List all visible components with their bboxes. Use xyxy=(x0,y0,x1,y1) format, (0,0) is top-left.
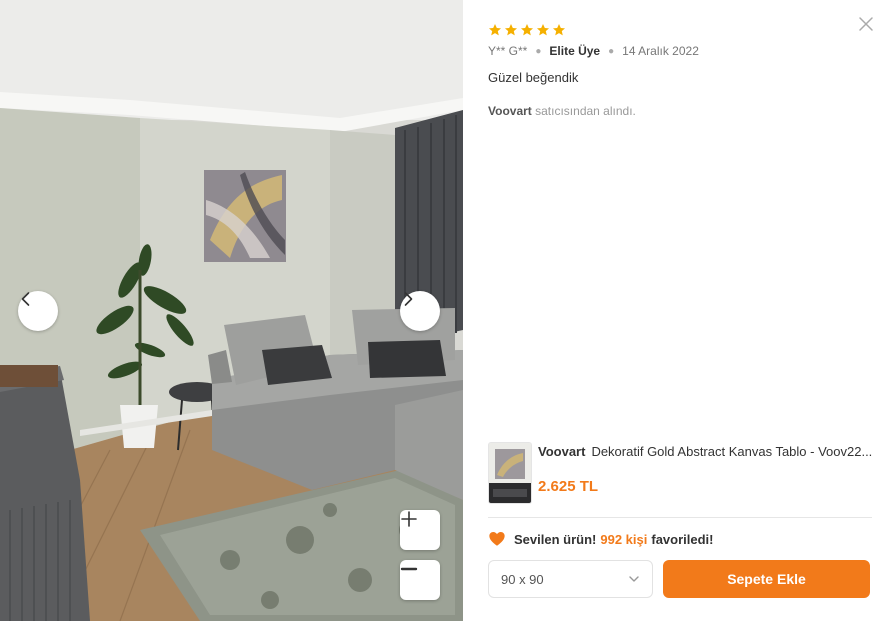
size-select-value: 90 x 90 xyxy=(501,571,544,587)
seller-info: Voovart satıcısından alındı. xyxy=(488,104,636,118)
previous-image-button[interactable] xyxy=(18,291,58,331)
review-detail-panel: Y** G** ● Elite Üye ● 14 Aralık 2022 Güz… xyxy=(463,0,892,621)
favorites-info: Sevilen ürün! 992 kişi favoriledi! xyxy=(488,530,713,548)
minus-icon xyxy=(400,567,418,571)
star-icon xyxy=(488,24,502,36)
review-image-modal: Y** G** ● Elite Üye ● 14 Aralık 2022 Güz… xyxy=(0,0,892,621)
product-thumbnail-image xyxy=(489,443,531,503)
product-brand: Voovart xyxy=(538,444,586,459)
next-image-button[interactable] xyxy=(400,291,440,331)
reviewer-tier: Elite Üye xyxy=(549,44,601,58)
seller-name[interactable]: Voovart xyxy=(488,104,532,118)
add-to-cart-button[interactable]: Sepete Ekle xyxy=(663,560,870,598)
chevron-right-icon xyxy=(404,292,413,306)
product-title-line[interactable]: Voovart Dekoratif Gold Abstract Kanvas Ta… xyxy=(538,444,874,459)
close-icon[interactable] xyxy=(856,14,876,34)
star-icon xyxy=(504,24,518,36)
star-icon xyxy=(520,24,534,36)
chevron-down-icon xyxy=(629,576,639,582)
review-meta: Y** G** ● Elite Üye ● 14 Aralık 2022 xyxy=(488,44,699,58)
living-room-photo xyxy=(0,0,463,621)
seller-suffix: satıcısından alındı. xyxy=(531,104,636,118)
reviewer-name: Y** G** xyxy=(488,44,528,58)
star-icon xyxy=(536,24,550,36)
product-card[interactable]: Voovart Dekoratif Gold Abstract Kanvas Ta… xyxy=(488,440,872,504)
favorites-suffix: favoriledi! xyxy=(651,531,714,547)
star-icon xyxy=(552,24,566,36)
divider xyxy=(488,517,872,518)
product-thumbnail[interactable] xyxy=(488,442,532,504)
separator-dot: ● xyxy=(535,45,542,57)
rating-stars xyxy=(488,23,566,37)
size-select[interactable]: 90 x 90 xyxy=(488,560,653,598)
review-date: 14 Aralık 2022 xyxy=(622,44,699,58)
zoom-out-button[interactable] xyxy=(400,560,440,600)
favorites-count: 992 kişi xyxy=(600,531,648,547)
review-photo xyxy=(0,0,463,621)
chevron-left-icon xyxy=(21,292,30,306)
heart-icon xyxy=(489,531,505,546)
review-comment: Güzel beğendik xyxy=(488,70,579,85)
plus-icon xyxy=(401,511,417,527)
separator-dot: ● xyxy=(608,45,615,57)
favorites-prefix: Sevilen ürün! xyxy=(514,531,597,547)
product-price: 2.625 TL xyxy=(538,478,599,495)
product-title: Dekoratif Gold Abstract Kanvas Tablo - V… xyxy=(591,444,873,459)
zoom-in-button[interactable] xyxy=(400,510,440,550)
